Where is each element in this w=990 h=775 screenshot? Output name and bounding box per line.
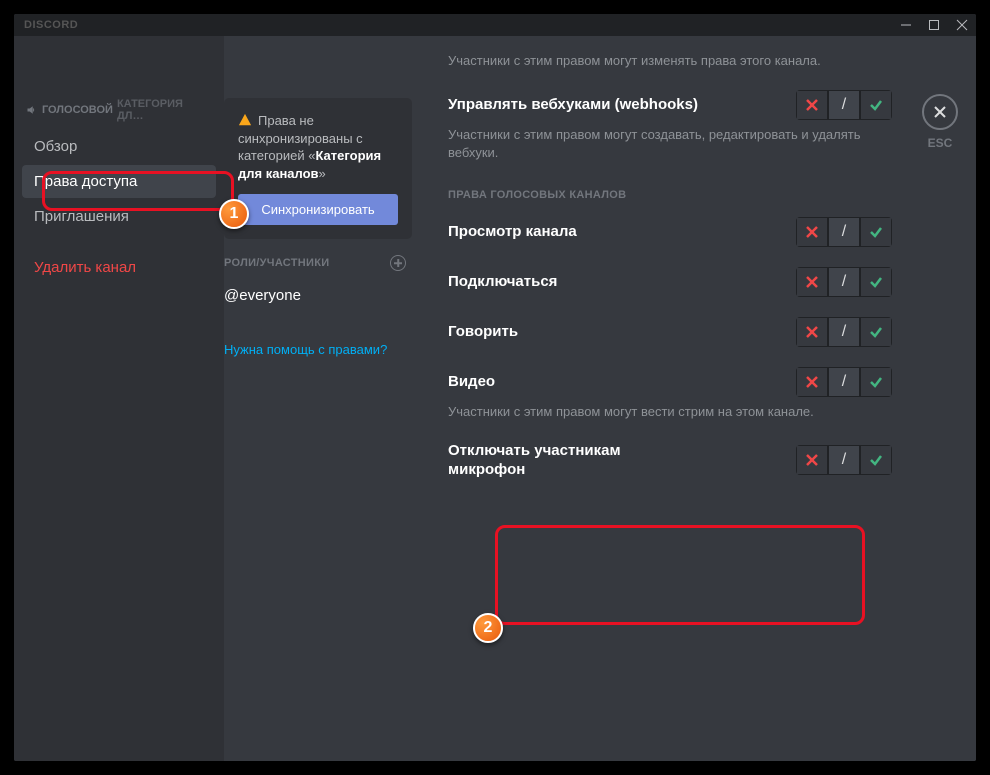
- role-item-everyone[interactable]: @everyone: [224, 279, 412, 312]
- tri-allow[interactable]: [860, 367, 892, 397]
- tri-toggle-speak: /: [796, 317, 892, 347]
- volume-icon: [26, 104, 38, 116]
- sidebar-item-delete-channel[interactable]: Удалить канал: [22, 251, 216, 284]
- tri-allow[interactable]: [860, 317, 892, 347]
- close-region: ESC: [922, 94, 958, 150]
- sidebar-channel-header: ГОЛОСОВОЙ КАТЕГОРИЯ ДЛ…: [14, 98, 224, 128]
- annotation-badge-2: 2: [473, 613, 503, 643]
- perm-desc-webhooks: Участники с этим правом могут создавать,…: [448, 126, 892, 162]
- tri-toggle-mute: /: [796, 445, 892, 475]
- annotation-badge-1: 1: [219, 199, 249, 229]
- tri-toggle-video: /: [796, 367, 892, 397]
- perm-title-webhooks: Управлять вебхуками (webhooks): [448, 95, 698, 115]
- perm-title-connect: Подключаться: [448, 272, 557, 292]
- settings-sidebar: ГОЛОСОВОЙ КАТЕГОРИЯ ДЛ… Обзор Права дост…: [14, 36, 224, 761]
- roles-header-label: РОЛИ/УЧАСТНИКИ: [224, 257, 329, 269]
- tri-passthrough[interactable]: /: [828, 367, 860, 397]
- tri-toggle-connect: /: [796, 267, 892, 297]
- tri-deny[interactable]: [796, 90, 828, 120]
- esc-label: ESC: [922, 136, 958, 150]
- roles-header: РОЛИ/УЧАСТНИКИ: [224, 255, 424, 279]
- perm-title-video: Видео: [448, 372, 495, 392]
- sync-notice: Права не синхронизированы с категорией «…: [224, 98, 412, 239]
- tri-allow[interactable]: [860, 445, 892, 475]
- tri-passthrough[interactable]: /: [828, 445, 860, 475]
- sync-text-suffix: »: [319, 166, 326, 181]
- tri-deny[interactable]: [796, 367, 828, 397]
- close-settings-button[interactable]: [922, 94, 958, 130]
- sidebar-channel-name: ГОЛОСОВОЙ: [42, 104, 113, 116]
- tri-toggle-webhooks: /: [796, 90, 892, 120]
- section-head-voice: ПРАВА ГОЛОСОВЫХ КАНАЛОВ: [448, 189, 892, 201]
- permissions-help-link[interactable]: Нужна помощь с правами?: [224, 342, 424, 357]
- tri-deny[interactable]: [796, 445, 828, 475]
- perm-title-speak: Говорить: [448, 322, 518, 342]
- tri-allow[interactable]: [860, 267, 892, 297]
- maximize-button[interactable]: [920, 14, 948, 36]
- tri-passthrough[interactable]: /: [828, 90, 860, 120]
- permissions-content: Участники с этим правом могут изменять п…: [424, 36, 976, 761]
- sidebar-item-overview[interactable]: Обзор: [22, 130, 216, 163]
- tri-passthrough[interactable]: /: [828, 267, 860, 297]
- sync-button[interactable]: Синхронизировать: [238, 194, 398, 225]
- sidebar-category-suffix: КАТЕГОРИЯ ДЛ…: [117, 98, 212, 122]
- close-button[interactable]: [948, 14, 976, 36]
- sidebar-item-permissions[interactable]: Права доступа: [22, 165, 216, 198]
- titlebar: DISCORD: [14, 14, 976, 36]
- tri-deny[interactable]: [796, 317, 828, 347]
- warning-icon: [238, 113, 252, 127]
- window-controls: [892, 14, 976, 36]
- tri-passthrough[interactable]: /: [828, 317, 860, 347]
- perm-title-mute: Отключать участникам микрофон: [448, 441, 648, 480]
- tri-deny[interactable]: [796, 217, 828, 247]
- tri-toggle-view: /: [796, 217, 892, 247]
- perm-desc-top: Участники с этим правом могут изменять п…: [448, 52, 892, 70]
- add-role-icon[interactable]: [390, 255, 406, 271]
- perm-desc-video: Участники с этим правом могут вести стри…: [448, 403, 892, 421]
- tri-allow[interactable]: [860, 217, 892, 247]
- app-logo: DISCORD: [24, 19, 78, 31]
- tri-passthrough[interactable]: /: [828, 217, 860, 247]
- minimize-button[interactable]: [892, 14, 920, 36]
- sidebar-item-invites[interactable]: Приглашения: [22, 200, 216, 233]
- tri-allow[interactable]: [860, 90, 892, 120]
- roles-column: Права не синхронизированы с категорией «…: [224, 36, 424, 761]
- tri-deny[interactable]: [796, 267, 828, 297]
- perm-title-view: Просмотр канала: [448, 222, 577, 242]
